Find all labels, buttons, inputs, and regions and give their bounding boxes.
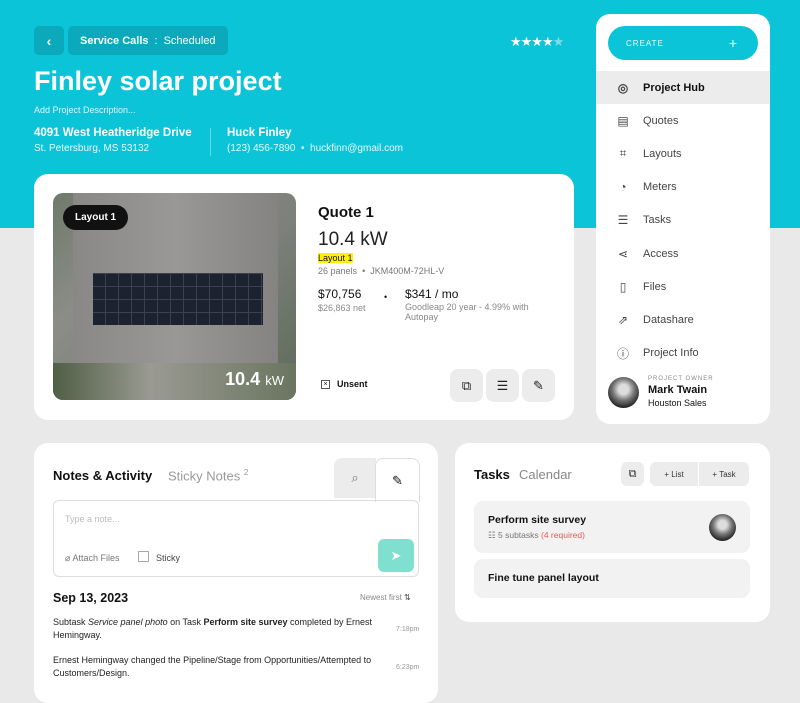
task-item[interactable]: Perform site survey ☷ 5 subtasks (4 requ…: [474, 501, 750, 553]
layout-link[interactable]: Layout 1: [318, 253, 353, 263]
search-icon: ⌕: [351, 470, 359, 485]
layout-icon: ⌗: [619, 146, 627, 161]
sidebar-item-label: Tasks: [643, 214, 672, 227]
tab-notes-activity[interactable]: Notes & Activity: [53, 468, 152, 483]
contact: Huck Finley (123) 456-7890 • huckfinn@gma…: [227, 127, 403, 154]
pencil-icon: ✎: [533, 377, 544, 393]
layout-aerial-image[interactable]: Layout 1 10.4 kW: [53, 193, 296, 400]
activity-entry: Subtask Service panel photo on Task Perf…: [53, 617, 373, 641]
tasks-card: Tasks Calendar ⧉ + List + Task Perform s…: [455, 443, 770, 622]
open-quote-button[interactable]: ⧉: [450, 369, 483, 402]
send-icon: ➤: [390, 547, 402, 563]
calculator-icon: ▤: [617, 113, 629, 128]
back-button[interactable]: ‹: [34, 26, 64, 55]
panel-info: 26 panels • JKM400M-72HL-V: [318, 266, 445, 276]
search-button[interactable]: ⌕: [334, 458, 376, 498]
sidebar-item-layouts[interactable]: ⌗ Layouts: [596, 137, 770, 170]
file-icon: ▯: [619, 279, 627, 294]
sidebar-item-datashare[interactable]: ⇗ Datashare: [596, 303, 770, 336]
quote-title: Quote 1: [318, 204, 374, 221]
sidebar-item-files[interactable]: ▯ Files: [596, 270, 770, 303]
sidebar-item-label: Access: [643, 247, 679, 260]
sidebar-item-quotes[interactable]: ▤ Quotes: [596, 104, 770, 137]
tab-calendar[interactable]: Calendar: [519, 467, 572, 482]
sidebar-item-label: Project Hub: [643, 81, 705, 94]
sort-icon: ⇅: [404, 593, 411, 602]
quote-card: Layout 1 10.4 kW Quote 1 10.4 kW Layout …: [34, 174, 574, 420]
attach-files-button[interactable]: ⌀ Attach Files: [65, 553, 119, 564]
compose-note-button[interactable]: ✎: [375, 458, 420, 502]
add-task-button[interactable]: + Task: [699, 462, 749, 486]
info-icon: ⓘ: [616, 346, 629, 361]
sticky-checkbox[interactable]: [138, 551, 149, 562]
sidebar-item-label: Meters: [643, 181, 677, 194]
sidebar-item-tasks[interactable]: ☰ Tasks: [596, 204, 770, 237]
list-icon: ☰: [496, 377, 509, 393]
copy-button[interactable]: ⧉: [621, 462, 644, 486]
sort-toggle[interactable]: Newest first ⇅: [360, 593, 411, 602]
page-title: Finley solar project: [34, 66, 282, 96]
note-input[interactable]: Type a note... ⌀ Attach Files Sticky ➤: [53, 500, 419, 577]
project-owner[interactable]: PROJECT OWNER Mark Twain Houston Sales: [608, 376, 714, 408]
notes-card: Notes & Activity Sticky Notes 2 ⌕ ✎ Type…: [34, 443, 438, 703]
avatar: [608, 376, 639, 408]
tab-sticky-notes[interactable]: Sticky Notes 2: [168, 468, 248, 483]
sidebar-item-label: Datashare: [643, 313, 694, 326]
external-link-icon: ⧉: [461, 377, 472, 393]
pencil-icon: ✎: [392, 472, 403, 488]
subtasks-icon: ☷: [488, 530, 496, 540]
unsent-icon: ×: [321, 379, 330, 389]
target-icon: ◎: [617, 80, 629, 95]
send-button[interactable]: ➤: [378, 539, 414, 572]
monthly-payment: $341 / mo: [405, 287, 459, 301]
tasks-icon: ☰: [617, 213, 629, 228]
plus-icon: +: [728, 35, 738, 51]
activity-entry: Ernest Hemingway changed the Pipeline/St…: [53, 655, 372, 679]
sidebar-item-project-info[interactable]: ⓘ Project Info: [596, 337, 770, 370]
paperclip-icon: ⌀: [65, 553, 71, 563]
meter-icon: ◔: [619, 180, 627, 195]
sidebar-item-label: Files: [643, 280, 667, 293]
sidebar-item-project-hub[interactable]: ◎ Project Hub: [596, 71, 770, 104]
address: 4091 West Heatheridge Drive St. Petersbur…: [34, 127, 192, 154]
price: $70,756: [318, 287, 362, 301]
datashare-icon: ⇗: [617, 312, 629, 327]
copy-icon: ⧉: [628, 467, 637, 480]
financing: Goodleap 20 year - 4.99% with Autopay: [405, 302, 529, 322]
tab-tasks[interactable]: Tasks: [474, 467, 510, 482]
rating-stars[interactable]: ★★★★★: [510, 34, 564, 50]
net-price: $26,863 net: [318, 303, 366, 313]
divider: [210, 128, 211, 156]
share-icon: ⋖: [617, 246, 629, 261]
sidebar-item-access[interactable]: ⋖ Access: [596, 237, 770, 270]
layout-badge: Layout 1: [63, 205, 129, 230]
activity-date: Sep 13, 2023: [53, 591, 129, 605]
sidebar-item-meters[interactable]: ◔ Meters: [596, 171, 770, 204]
create-button[interactable]: CREATE +: [608, 26, 758, 60]
sidebar-item-label: Project Info: [643, 347, 699, 360]
sidebar-item-label: Quotes: [643, 114, 679, 127]
edit-quote-button[interactable]: ✎: [522, 369, 555, 402]
sidebar: CREATE + ◎ Project Hub ▤ Quotes ⌗ Layouts ◔ Mete…: [596, 14, 770, 424]
quote-details-button[interactable]: ☰: [486, 369, 519, 402]
chevron-left-icon: ‹: [46, 32, 52, 49]
email-link[interactable]: huckfinn@gmail.com: [310, 143, 403, 154]
assignee-avatar: [709, 514, 736, 541]
send-status: × Unsent: [321, 379, 368, 389]
task-item[interactable]: Fine tune panel layout: [474, 559, 750, 598]
system-size-overlay: 10.4 kW: [225, 369, 284, 389]
sidebar-item-label: Layouts: [643, 147, 682, 160]
add-list-button[interactable]: + List: [650, 462, 698, 486]
quote-size: 10.4 kW: [318, 229, 388, 250]
breadcrumb[interactable]: Service Calls: Scheduled: [68, 26, 228, 55]
description-field[interactable]: Add Project Description...: [34, 105, 136, 115]
